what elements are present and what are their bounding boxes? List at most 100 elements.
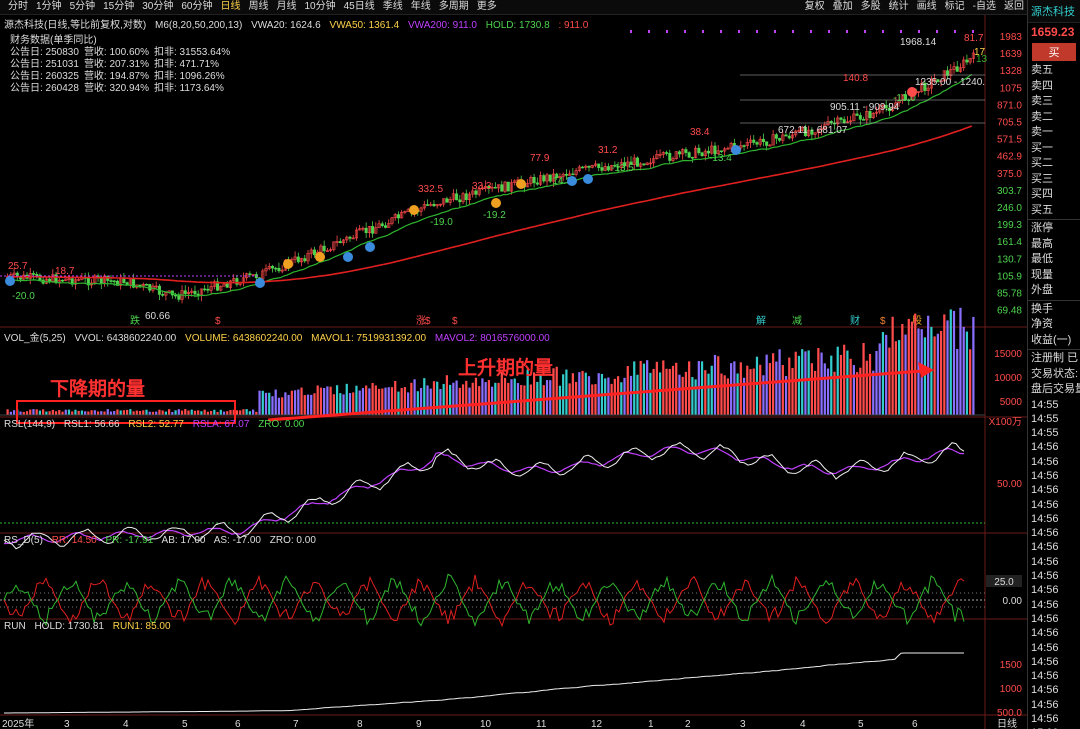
- order-book-row-8[interactable]: 买四: [1028, 187, 1080, 203]
- trade-time-4: 14:56: [1031, 455, 1059, 468]
- rsl-name: RSL(144,9): [4, 419, 56, 430]
- order-book-row-2[interactable]: 卖三: [1028, 94, 1080, 110]
- trade-time-7: 14:56: [1031, 498, 1059, 511]
- rsl-zro-value: ZRO: 0.00: [258, 419, 305, 430]
- tool-4[interactable]: 画线: [913, 0, 941, 14]
- stat-row-2[interactable]: 最低: [1028, 252, 1080, 268]
- order-book-row-1[interactable]: 卖四: [1028, 79, 1080, 95]
- trade-time-13: 14:56: [1031, 584, 1059, 597]
- trade-time-22: 14:56: [1031, 713, 1059, 726]
- tab-4[interactable]: 30分钟: [138, 0, 177, 14]
- candle-body: [296, 256, 300, 263]
- candle-body: [35, 273, 39, 276]
- tab-8[interactable]: 月线: [273, 0, 301, 14]
- volume-bar: [888, 347, 891, 415]
- buy-button[interactable]: 买: [1032, 43, 1076, 61]
- volume-bar: [649, 372, 652, 415]
- price-label-20: 672.11 - 681.07: [778, 125, 848, 136]
- tool-2[interactable]: 多股: [857, 0, 885, 14]
- tab-2[interactable]: 5分钟: [66, 0, 100, 14]
- tab-11[interactable]: 季线: [379, 0, 407, 14]
- candle-body: [965, 59, 969, 63]
- tool-6[interactable]: -自选: [969, 0, 1000, 14]
- reg-row-2[interactable]: 盘后交易量: [1028, 382, 1080, 398]
- candle-body: [225, 283, 229, 288]
- stat-row-4[interactable]: 外盘: [1028, 283, 1080, 299]
- candle-body: [719, 150, 723, 153]
- trade-time-8: 14:56: [1031, 512, 1059, 525]
- price-axis-label-5: 705.5: [997, 118, 1022, 129]
- volume-bar: [197, 410, 200, 415]
- event-mark-1: $: [215, 316, 221, 327]
- volume-bar: [42, 409, 45, 415]
- price-label-4: 332.5: [418, 184, 443, 195]
- volume-bar: [788, 357, 791, 415]
- stat2-row-1[interactable]: 净资: [1028, 317, 1080, 333]
- volume-bar: [67, 409, 71, 415]
- tab-5[interactable]: 60分钟: [177, 0, 216, 14]
- tool-1[interactable]: 叠加: [829, 0, 857, 14]
- mavol2-value: MAVOL2: 8016576000.00: [434, 333, 550, 344]
- sidebar-stock-name[interactable]: 源杰科技: [1028, 0, 1080, 23]
- run-axis-label-1: 1000: [1000, 684, 1023, 695]
- stat2-row-2[interactable]: 收益(一): [1028, 333, 1080, 349]
- financial-row: 公告日: 251031 营收: 207.31% 扣非: 471.71%: [10, 59, 235, 71]
- volume-bar: [316, 385, 319, 415]
- order-book-row-0[interactable]: 卖五: [1028, 63, 1080, 79]
- tab-1[interactable]: 1分钟: [32, 0, 66, 14]
- signal-mark: [684, 30, 686, 33]
- volume-bar: [226, 411, 229, 415]
- volume-bar: [736, 373, 739, 415]
- tab-9[interactable]: 10分钟: [301, 0, 340, 14]
- signal-circle: [731, 145, 741, 155]
- signal-mark: [954, 30, 956, 33]
- tool-3[interactable]: 统计: [885, 0, 913, 14]
- order-book-row-9[interactable]: 买五: [1028, 203, 1080, 219]
- tab-0[interactable]: 分时: [4, 0, 32, 14]
- stock-title: 源杰科技(日线,等比前复权,对数): [4, 20, 147, 31]
- volume-bar: [914, 313, 917, 415]
- reg-row-1[interactable]: 交易状态:: [1028, 367, 1080, 383]
- candle-body: [858, 115, 862, 120]
- tool-7[interactable]: 返回: [1000, 0, 1028, 14]
- order-book-row-4[interactable]: 卖一: [1028, 125, 1080, 141]
- volume-bar: [610, 383, 613, 415]
- stat-row-3[interactable]: 现量: [1028, 268, 1080, 284]
- volume-bar: [93, 410, 96, 415]
- order-book-row-7[interactable]: 买三: [1028, 172, 1080, 188]
- volume-bar: [962, 326, 965, 415]
- tab-7[interactable]: 周线: [245, 0, 273, 14]
- volume-bar: [901, 324, 904, 415]
- price-label-2: -20.0: [12, 291, 35, 302]
- price-axis-label-16: 69.48: [997, 306, 1022, 317]
- order-book-row-6[interactable]: 买二: [1028, 156, 1080, 172]
- candle-body: [458, 199, 462, 203]
- tool-5[interactable]: 标记: [941, 0, 969, 14]
- candle-body: [778, 138, 782, 141]
- tab-6[interactable]: 日线: [217, 0, 245, 14]
- candle-body: [248, 273, 252, 275]
- tab-10[interactable]: 45日线: [340, 0, 379, 14]
- volume-bar: [365, 385, 368, 415]
- reg-row-0[interactable]: 注册制 已: [1028, 351, 1080, 367]
- stat-row-1[interactable]: 最高: [1028, 237, 1080, 253]
- order-book-row-3[interactable]: 卖二: [1028, 110, 1080, 126]
- volume-bar: [64, 409, 67, 415]
- candle-body: [687, 152, 691, 158]
- volume-bar: [949, 309, 952, 415]
- x-axis-label-4: 6: [235, 719, 241, 729]
- volume-bar: [474, 377, 478, 415]
- chart-area[interactable]: 25.7 18.7 -20.0 60.66 332.5 -19.0 33.3 -19.2 77.…: [0, 15, 1027, 729]
- tab-14[interactable]: 更多: [473, 0, 501, 14]
- volume-bar: [155, 411, 158, 415]
- stat-row-0[interactable]: 涨停: [1028, 221, 1080, 237]
- financial-rev: 营收: 100.60%: [83, 47, 149, 58]
- stat2-row-0[interactable]: 换手: [1028, 302, 1080, 318]
- tab-12[interactable]: 年线: [407, 0, 435, 14]
- tab-3[interactable]: 15分钟: [99, 0, 138, 14]
- order-book-row-5[interactable]: 买一: [1028, 141, 1080, 157]
- tab-13[interactable]: 多周期: [435, 0, 473, 14]
- tool-0[interactable]: 复权: [801, 0, 829, 14]
- hold2-value: : 911.0: [558, 20, 589, 31]
- candle-body: [384, 225, 388, 228]
